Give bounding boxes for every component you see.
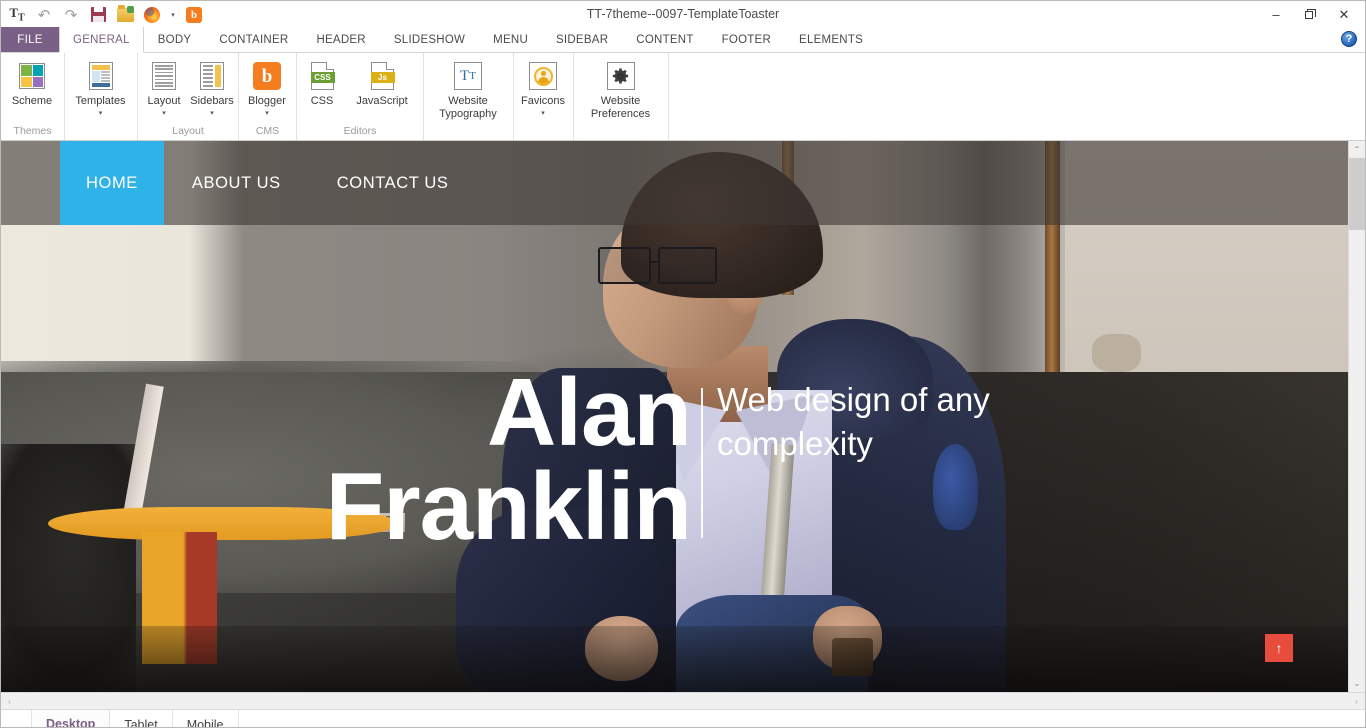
ribbon-group-editors: CSS CSS Js JavaScript Editors <box>297 53 424 140</box>
group-label-cms: CMS <box>255 125 280 137</box>
window-title: TT-7theme--0097-TemplateToaster <box>586 7 780 21</box>
layout-button[interactable]: Layout ▾ <box>140 57 188 118</box>
layout-caret-icon[interactable]: ▾ <box>162 109 166 118</box>
ribbon-group-favicons: Favicons ▾ <box>514 53 574 140</box>
minimize-button[interactable]: – <box>1259 2 1293 28</box>
ribbon-group-layout: Layout ▾ Sidebars ▾ Layout <box>138 53 239 140</box>
css-file-icon: CSS <box>305 59 339 93</box>
javascript-label: JavaScript <box>356 95 408 107</box>
ribbon-group-typography: TT Website Typography <box>424 53 514 140</box>
tab-container[interactable]: CONTAINER <box>205 27 302 52</box>
tab-tablet[interactable]: Tablet <box>110 710 173 727</box>
sidebars-label: Sidebars <box>190 95 234 107</box>
js-file-icon: Js <box>365 59 399 93</box>
scroll-up-arrow-icon[interactable]: ⌃ <box>1349 141 1365 158</box>
ribbon-panel: Scheme Themes Templates ▾ Layout ▾ Sideb… <box>1 53 1365 141</box>
preview-area: HOME ABOUT US CONTACT US Alan Franklin W… <box>1 141 1365 692</box>
firefox-preview-icon[interactable] <box>142 5 162 25</box>
favicons-caret-icon[interactable]: ▾ <box>541 109 545 118</box>
website-canvas[interactable]: HOME ABOUT US CONTACT US Alan Franklin W… <box>1 141 1348 692</box>
title-bar: TT ↶ ↷ ▾ b TT-7theme--0097-TemplateToast… <box>1 1 1365 28</box>
tab-file[interactable]: FILE <box>1 27 59 52</box>
scroll-down-arrow-icon[interactable]: ⌄ <box>1349 675 1365 692</box>
save-icon[interactable] <box>88 5 108 25</box>
blogger-caret-icon[interactable]: ▾ <box>265 109 269 118</box>
undo-icon[interactable]: ↶ <box>34 5 54 25</box>
gear-icon <box>604 59 638 93</box>
scheme-label: Scheme <box>11 95 53 107</box>
site-navigation-bar: HOME ABOUT US CONTACT US <box>1 141 1348 225</box>
canvas-vertical-scrollbar[interactable]: ⌃ ⌄ <box>1348 141 1365 692</box>
blogger-label: Blogger <box>248 95 286 107</box>
canvas-horizontal-scrollbar[interactable]: ‹ › <box>1 692 1365 709</box>
device-preview-tabs: Desktop Tablet Mobile <box>1 709 1365 727</box>
open-project-icon[interactable] <box>115 4 135 25</box>
restore-button[interactable] <box>1293 2 1327 28</box>
scroll-to-top-button[interactable]: ↑ <box>1265 634 1293 662</box>
group-label-layout: Layout <box>172 125 204 137</box>
scroll-left-arrow-icon[interactable]: ‹ <box>1 693 18 709</box>
tab-slideshow[interactable]: SLIDESHOW <box>380 27 479 52</box>
templatetoaster-window: TT ↶ ↷ ▾ b TT-7theme--0097-TemplateToast… <box>0 0 1366 728</box>
ribbon-tab-strip: FILE GENERAL BODY CONTAINER HEADER SLIDE… <box>1 27 1365 53</box>
tab-footer[interactable]: FOOTER <box>708 27 785 52</box>
group-label-themes: Themes <box>13 125 52 137</box>
template-page-icon <box>84 59 118 93</box>
redo-icon[interactable]: ↷ <box>61 5 81 25</box>
website-typography-button[interactable]: TT Website Typography <box>426 57 510 120</box>
css-label: CSS <box>310 95 334 107</box>
ribbon-group-templates: Templates ▾ <box>65 53 138 140</box>
favicon-user-icon <box>526 59 560 93</box>
templates-button[interactable]: Templates ▾ <box>67 57 134 118</box>
favicons-label: Favicons <box>521 95 566 107</box>
tab-elements[interactable]: ELEMENTS <box>785 27 877 52</box>
scheme-button[interactable]: Scheme <box>3 57 61 108</box>
restore-icon <box>1304 9 1316 19</box>
tab-mobile[interactable]: Mobile <box>173 710 239 727</box>
scroll-right-arrow-icon[interactable]: › <box>1348 693 1365 709</box>
help-icon[interactable]: ? <box>1341 31 1357 47</box>
tab-menu[interactable]: MENU <box>479 27 542 52</box>
group-label-editors: Editors <box>343 125 377 137</box>
window-controls: – ✕ <box>1259 1 1361 28</box>
ribbon-group-preferences: Website Preferences <box>574 53 669 140</box>
nav-item-contact-us[interactable]: CONTACT US <box>309 141 477 225</box>
ribbon-group-cms: b Blogger ▾ CMS <box>239 53 297 140</box>
typography-icon: TT <box>451 59 485 93</box>
javascript-editor-button[interactable]: Js JavaScript <box>345 57 419 108</box>
color-scheme-icon <box>15 59 49 93</box>
layout-label: Layout <box>147 95 181 107</box>
tab-content[interactable]: CONTENT <box>622 27 707 52</box>
website-typography-label: Website Typography <box>439 95 497 120</box>
tab-general[interactable]: GENERAL <box>59 27 144 53</box>
tab-desktop[interactable]: Desktop <box>31 710 111 727</box>
tab-body[interactable]: BODY <box>144 27 206 52</box>
quick-access-toolbar: TT ↶ ↷ ▾ b <box>1 1 204 28</box>
css-editor-button[interactable]: CSS CSS <box>299 57 345 108</box>
vertical-scroll-thumb[interactable] <box>1349 158 1365 230</box>
nav-item-about-us[interactable]: ABOUT US <box>164 141 309 225</box>
blogger-button[interactable]: b Blogger ▾ <box>241 57 293 118</box>
templates-caret-icon[interactable]: ▾ <box>99 109 103 118</box>
preview-dropdown-caret[interactable]: ▾ <box>169 5 177 25</box>
vertical-scroll-track[interactable] <box>1349 158 1365 675</box>
close-button[interactable]: ✕ <box>1327 2 1361 28</box>
sidebars-caret-icon[interactable]: ▾ <box>210 109 214 118</box>
tab-sidebar[interactable]: SIDEBAR <box>542 27 622 52</box>
ribbon-group-themes: Scheme Themes <box>1 53 65 140</box>
favicons-button[interactable]: Favicons ▾ <box>516 57 570 118</box>
website-preferences-label: Website Preferences <box>590 95 651 120</box>
layout-lines-icon <box>147 59 181 93</box>
sidebars-button[interactable]: Sidebars ▾ <box>188 57 236 118</box>
sidebar-columns-icon <box>195 59 229 93</box>
nav-left-spacer <box>1 141 60 225</box>
blogger-icon[interactable]: b <box>184 5 204 25</box>
typography-icon[interactable]: TT <box>7 5 27 25</box>
website-preferences-button[interactable]: Website Preferences <box>576 57 665 120</box>
templates-label: Templates <box>75 95 126 107</box>
horizontal-scroll-track[interactable] <box>18 693 1348 709</box>
blogger-icon: b <box>250 59 284 93</box>
tab-header[interactable]: HEADER <box>302 27 379 52</box>
nav-item-home[interactable]: HOME <box>60 141 164 225</box>
